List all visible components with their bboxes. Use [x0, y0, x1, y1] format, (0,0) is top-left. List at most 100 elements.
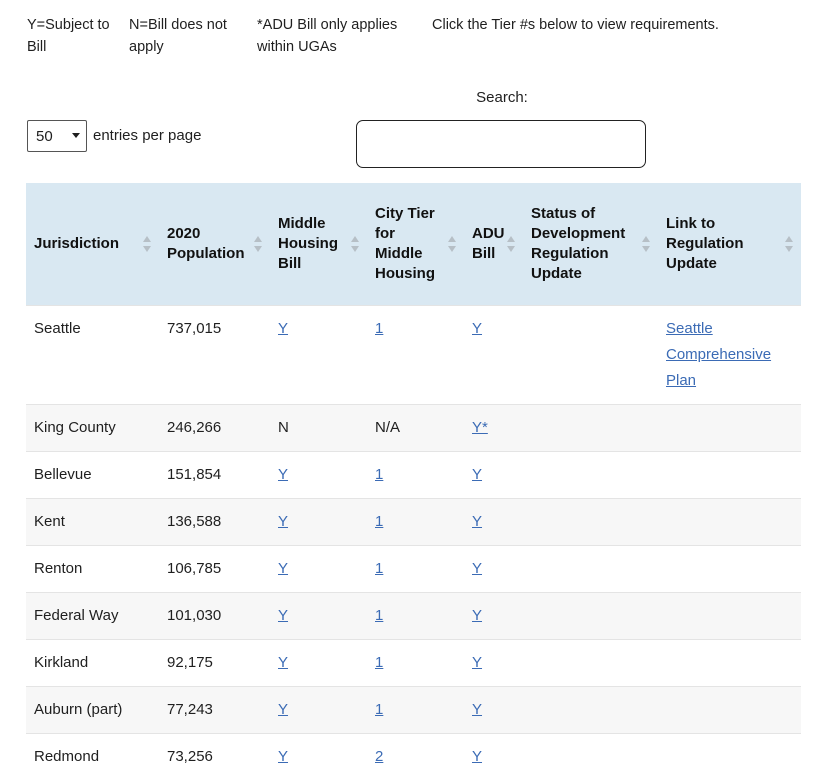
column-header-city-tier-for-middle-housing[interactable]: City Tier for Middle Housing: [367, 183, 464, 305]
column-header-2020-population[interactable]: 2020 Population: [159, 183, 270, 305]
population-cell: 101,030: [159, 591, 270, 640]
city-tier-link[interactable]: 1: [375, 654, 383, 671]
city-tier-link[interactable]: 1: [375, 320, 383, 337]
city-tier-cell: N/A: [367, 403, 464, 452]
middle-housing-bill-link[interactable]: Y: [278, 560, 288, 577]
column-header-link-to-regulation-update[interactable]: Link to Regulation Update: [658, 183, 801, 305]
search-input[interactable]: [356, 120, 646, 168]
population-cell: 73,256: [159, 732, 270, 774]
status-of-development-regulation-update-cell: [523, 403, 658, 452]
city-tier-cell: 1: [367, 450, 464, 499]
city-tier-link[interactable]: 1: [375, 560, 383, 577]
adu-bill-link[interactable]: Y: [472, 320, 482, 337]
population-cell: 737,015: [159, 304, 270, 405]
table-row: King County 246,266 N N/A Y*: [26, 403, 801, 452]
middle-housing-bill-cell: Y: [270, 544, 367, 593]
city-tier-link[interactable]: 1: [375, 466, 383, 483]
middle-housing-bill-cell: Y: [270, 732, 367, 774]
population-cell: 106,785: [159, 544, 270, 593]
population-cell: 92,175: [159, 638, 270, 687]
table-header-row: Jurisdiction 2020 Population Middle Housin…: [26, 183, 801, 305]
legend-item-adu-note: *ADU Bill only applies within UGAs: [257, 17, 398, 55]
middle-housing-bill-link[interactable]: Y: [278, 513, 288, 530]
population-cell: 77,243: [159, 685, 270, 734]
middle-housing-bill-cell: N: [270, 403, 367, 452]
middle-housing-bill-link[interactable]: Y: [278, 701, 288, 718]
link-to-regulation-update-cell: [658, 544, 801, 593]
jurisdiction-value: Federal Way: [34, 606, 119, 624]
sort-arrows-icon: [253, 235, 263, 253]
middle-housing-bill-cell: Y: [270, 304, 367, 405]
legend: Y=Subject to Bill N=Bill does not apply …: [27, 14, 807, 58]
legend-item-tier-hint: Click the Tier #s below to view requirem…: [432, 17, 719, 33]
table-row: Kent 136,588 Y 1 Y: [26, 497, 801, 546]
city-tier-cell: 1: [367, 591, 464, 640]
middle-housing-bill-link[interactable]: Y: [278, 466, 288, 483]
city-tier-cell: 1: [367, 544, 464, 593]
table-body: Seattle 737,015 Y 1 Y Seattle Comprehensive P…: [26, 304, 801, 774]
jurisdiction-value: Kent: [34, 512, 65, 530]
column-header-jurisdiction[interactable]: Jurisdiction: [26, 183, 159, 305]
adu-bill-link[interactable]: Y: [472, 560, 482, 577]
column-header-adu-bill[interactable]: ADU Bill: [464, 183, 523, 305]
sort-arrows-icon: [350, 235, 360, 253]
city-tier-link[interactable]: 2: [375, 748, 383, 765]
city-tier-cell: 1: [367, 685, 464, 734]
city-tier-value: N/A: [375, 418, 401, 436]
jurisdiction-value: Seattle: [34, 319, 81, 337]
middle-housing-bill-link[interactable]: Y: [278, 748, 288, 765]
entries-per-page-select[interactable]: 102550100: [27, 120, 87, 152]
jurisdiction-cell: King County: [26, 403, 159, 452]
population-value: 737,015: [167, 319, 222, 337]
adu-bill-link[interactable]: Y: [472, 466, 482, 483]
city-tier-cell: 1: [367, 638, 464, 687]
status-of-development-regulation-update-cell: [523, 544, 658, 593]
middle-housing-bill-cell: Y: [270, 638, 367, 687]
jurisdiction-value: Auburn (part): [34, 700, 123, 718]
adu-bill-link[interactable]: Y: [472, 654, 482, 671]
adu-bill-link[interactable]: Y: [472, 748, 482, 765]
adu-bill-cell: Y: [464, 497, 523, 546]
population-cell: 136,588: [159, 497, 270, 546]
column-header-label: Middle Housing Bill: [278, 214, 338, 272]
adu-bill-cell: Y: [464, 304, 523, 405]
column-header-status-of-development-regulation-update[interactable]: Status of Development Regulation Update: [523, 183, 658, 305]
city-tier-link[interactable]: 1: [375, 607, 383, 624]
sort-arrows-icon: [641, 235, 651, 253]
link-to-regulation-update-link[interactable]: Seattle Comprehensive Plan: [666, 320, 771, 389]
adu-bill-link[interactable]: Y: [472, 701, 482, 718]
adu-bill-link[interactable]: Y: [472, 513, 482, 530]
population-value: 92,175: [167, 653, 213, 671]
middle-housing-bill-link[interactable]: Y: [278, 654, 288, 671]
data-table-wrap: Jurisdiction 2020 Population Middle Housin…: [26, 183, 801, 774]
city-tier-link[interactable]: 1: [375, 701, 383, 718]
entries-select-wrap: 102550100: [27, 120, 87, 152]
link-to-regulation-update-cell: Seattle Comprehensive Plan: [658, 304, 801, 405]
entries-per-page-label: entries per page: [93, 127, 202, 144]
adu-bill-link[interactable]: Y*: [472, 419, 488, 436]
table-row: Federal Way 101,030 Y 1 Y: [26, 591, 801, 640]
jurisdiction-value: Kirkland: [34, 653, 89, 671]
adu-bill-link[interactable]: Y: [472, 607, 482, 624]
middle-housing-bill-cell: Y: [270, 591, 367, 640]
middle-housing-bill-link[interactable]: Y: [278, 320, 288, 337]
status-of-development-regulation-update-cell: [523, 732, 658, 774]
adu-bill-cell: Y: [464, 544, 523, 593]
population-cell: 246,266: [159, 403, 270, 452]
search-control: Search:: [356, 88, 648, 168]
page-root: Y=Subject to Bill N=Bill does not apply …: [0, 0, 836, 774]
status-of-development-regulation-update-cell: [523, 497, 658, 546]
population-value: 77,243: [167, 700, 213, 718]
city-tier-link[interactable]: 1: [375, 513, 383, 530]
table-controls: 102550100 entries per page Search:: [0, 88, 836, 180]
population-value: 106,785: [167, 559, 222, 577]
adu-bill-cell: Y: [464, 638, 523, 687]
table-row: Bellevue 151,854 Y 1 Y: [26, 450, 801, 499]
column-header-middle-housing-bill[interactable]: Middle Housing Bill: [270, 183, 367, 305]
population-value: 73,256: [167, 747, 213, 765]
jurisdiction-cell: Kirkland: [26, 638, 159, 687]
link-to-regulation-update-cell: [658, 403, 801, 452]
sort-arrows-icon: [506, 235, 516, 253]
population-cell: 151,854: [159, 450, 270, 499]
middle-housing-bill-link[interactable]: Y: [278, 607, 288, 624]
